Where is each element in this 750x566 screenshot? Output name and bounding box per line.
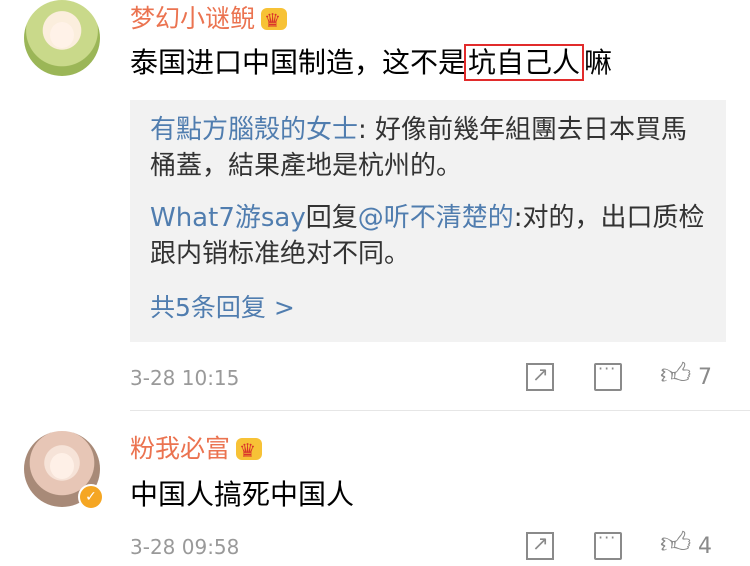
like-count: 4 xyxy=(698,534,712,559)
crown-icon xyxy=(261,6,288,36)
comment-actions: 👍︎ 4 xyxy=(520,526,750,566)
comment-item: ✓ 粉我必富 中国人搞死中国人 3-28 09:58 👍︎ 4 xyxy=(0,418,750,560)
replies-box: 有點方腦殼的女士: 好像前幾年組團去日本買馬桶蓋，結果產地是杭州的。 What7… xyxy=(130,100,726,342)
thumbs-up-icon[interactable]: 👍︎ xyxy=(660,529,691,559)
comment-timestamp: 3-28 09:58 xyxy=(130,535,240,559)
share-icon[interactable] xyxy=(526,531,554,560)
comment-text-part: 嘛 xyxy=(584,46,613,79)
comment-text: 泰国进口中国制造，这不是坑自己人嘛 xyxy=(130,44,613,81)
reply-mention[interactable]: @听不清楚的 xyxy=(358,203,514,233)
comment-timestamp: 3-28 10:15 xyxy=(130,366,240,390)
avatar[interactable] xyxy=(24,0,100,76)
comment-actions: 👍︎ 7 xyxy=(520,357,750,397)
reply-item: 有點方腦殼的女士: 好像前幾年組團去日本買馬桶蓋，結果產地是杭州的。 xyxy=(150,112,710,184)
thumbs-up-icon[interactable]: 👍︎ xyxy=(660,360,691,390)
verified-badge: ✓ xyxy=(78,484,104,510)
like-count: 7 xyxy=(698,365,712,390)
comment-username[interactable]: 粉我必富 xyxy=(130,434,263,466)
username-label[interactable]: 粉我必富 xyxy=(130,434,230,463)
more-replies-link[interactable]: 共5条回复 > xyxy=(150,290,295,326)
comment-text-part: 泰国进口中国制造，这不是 xyxy=(130,46,467,79)
highlighted-phrase: 坑自己人 xyxy=(464,44,585,81)
username-label[interactable]: 梦幻小谜鲵 xyxy=(130,4,255,33)
reply-username[interactable]: What7游say xyxy=(150,203,306,233)
comment-item: 梦幻小谜鲵 泰国进口中国制造，这不是坑自己人嘛 有點方腦殼的女士: 好像前幾年組… xyxy=(0,0,750,418)
reply-username[interactable]: 有點方腦殼的女士 xyxy=(150,115,358,145)
divider xyxy=(130,410,750,411)
reply-label: 回复 xyxy=(305,203,358,233)
crown-icon xyxy=(236,436,263,466)
comment-icon[interactable] xyxy=(594,359,622,391)
share-icon[interactable] xyxy=(526,362,554,391)
reply-item: What7游say回复@听不清楚的:对的，出口质检跟内销标准绝对不同。 xyxy=(150,200,710,272)
comment-text: 中国人搞死中国人 xyxy=(130,478,355,511)
comment-icon[interactable] xyxy=(594,528,622,560)
comment-username[interactable]: 梦幻小谜鲵 xyxy=(130,4,288,36)
